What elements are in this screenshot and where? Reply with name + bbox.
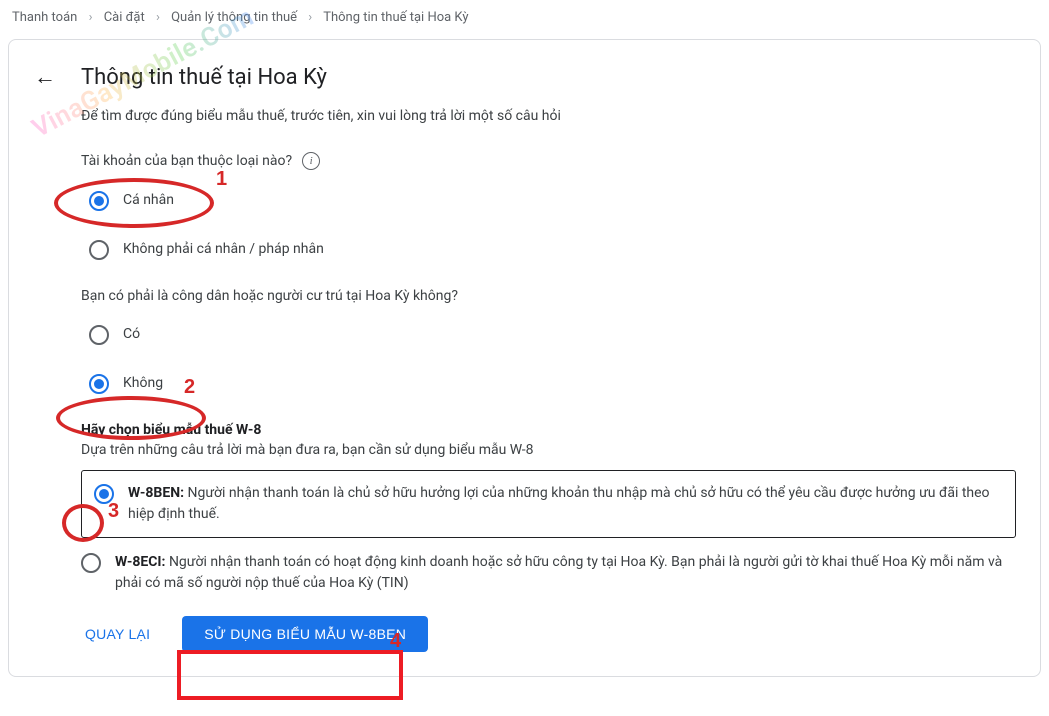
action-row: QUAY LẠI SỬ DỤNG BIỂU MẪU W-8BEN <box>81 616 1016 652</box>
question-label: Bạn có phải là công dân hoặc người cư tr… <box>81 288 458 304</box>
w8ben-option-box[interactable]: W-8BEN: Người nhận thanh toán là chủ sở … <box>81 470 1016 538</box>
w8eci-desc: Người nhận thanh toán có hoạt động kinh … <box>115 554 1002 591</box>
w8ben-desc: Người nhận thanh toán là chủ sở hữu hưởn… <box>128 485 990 522</box>
w8-subdesc: Dựa trên những câu trả lời mà bạn đưa ra… <box>81 442 1016 458</box>
radio-label: Cá nhân <box>123 190 174 211</box>
radio-label: Không phải cá nhân / pháp nhân <box>123 239 324 260</box>
chevron-right-icon: › <box>308 10 312 25</box>
back-arrow-icon[interactable]: ← <box>33 64 57 90</box>
w8-heading: Hãy chọn biểu mẫu thuế W-8 <box>81 422 1016 438</box>
back-button[interactable]: QUAY LẠI <box>81 618 154 650</box>
breadcrumb-item[interactable]: Cài đặt <box>104 10 145 25</box>
question-account-type: Tài khoản của bạn thuộc loại nào? i Cá n… <box>81 152 1016 260</box>
breadcrumb-item[interactable]: Thanh toán <box>12 10 77 25</box>
radio-icon[interactable] <box>81 553 101 573</box>
info-icon[interactable]: i <box>302 152 320 170</box>
breadcrumb-item: Thông tin thuế tại Hoa Kỳ <box>323 10 468 25</box>
radio-icon[interactable] <box>89 191 109 211</box>
breadcrumb-item[interactable]: Quản lý thông tin thuế <box>171 10 297 25</box>
radio-individual[interactable]: Cá nhân <box>89 190 1016 211</box>
w8eci-title: W-8ECI: <box>115 554 165 570</box>
radio-yes[interactable]: Có <box>89 324 1016 345</box>
page-title: Thông tin thuế tại Hoa Kỳ <box>81 65 327 90</box>
radio-non-individual[interactable]: Không phải cá nhân / pháp nhân <box>89 239 1016 260</box>
tax-info-panel: ← Thông tin thuế tại Hoa Kỳ Để tìm được … <box>8 39 1041 677</box>
radio-icon[interactable] <box>89 325 109 345</box>
radio-w8ben[interactable]: W-8BEN: Người nhận thanh toán là chủ sở … <box>94 483 1003 525</box>
question-label: Tài khoản của bạn thuộc loại nào? <box>81 153 292 169</box>
breadcrumb: Thanh toán › Cài đặt › Quản lý thông tin… <box>0 0 1049 35</box>
chevron-right-icon: › <box>156 10 160 25</box>
w8-selection: Hãy chọn biểu mẫu thuế W-8 Dựa trên nhữn… <box>81 422 1016 594</box>
radio-icon[interactable] <box>89 240 109 260</box>
radio-label: W-8BEN: Người nhận thanh toán là chủ sở … <box>128 483 1003 525</box>
radio-label: W-8ECI: Người nhận thanh toán có hoạt độ… <box>115 552 1016 594</box>
radio-no[interactable]: Không <box>89 373 1016 394</box>
w8ben-title: W-8BEN: <box>128 485 184 501</box>
question-us-person: Bạn có phải là công dân hoặc người cư tr… <box>81 288 1016 394</box>
radio-w8eci[interactable]: W-8ECI: Người nhận thanh toán có hoạt độ… <box>81 552 1016 594</box>
use-w8ben-button[interactable]: SỬ DỤNG BIỂU MẪU W-8BEN <box>182 616 428 652</box>
intro-text: Để tìm được đúng biểu mẫu thuế, trước ti… <box>81 108 1016 124</box>
chevron-right-icon: › <box>89 10 93 25</box>
radio-label: Có <box>123 324 140 345</box>
radio-icon[interactable] <box>89 374 109 394</box>
radio-icon[interactable] <box>94 484 114 504</box>
radio-label: Không <box>123 373 163 394</box>
